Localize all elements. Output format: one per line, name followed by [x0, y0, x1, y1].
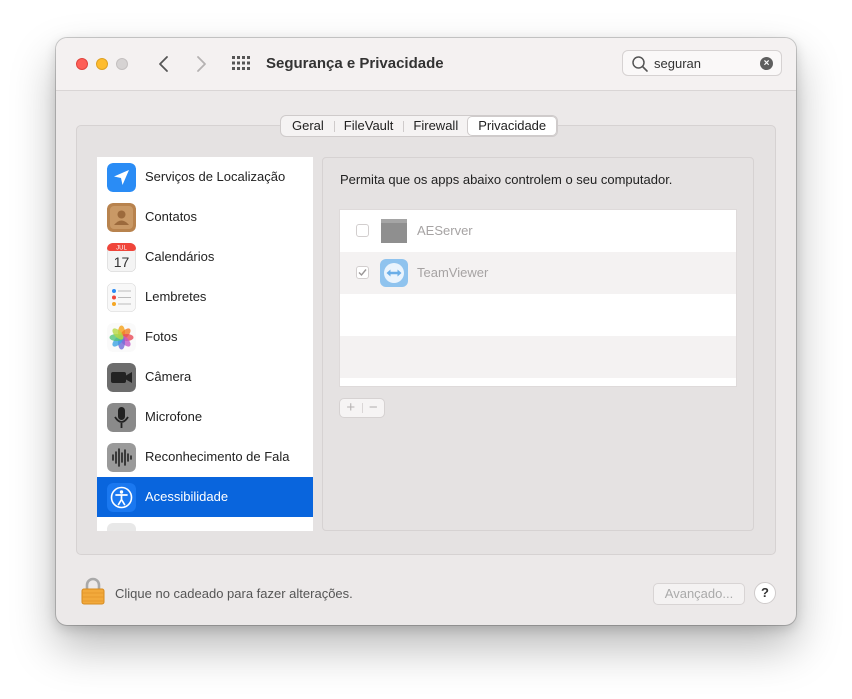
teamviewer-icon	[380, 259, 408, 287]
contacts-icon	[107, 203, 136, 232]
sidebar-item-label: Microfone	[145, 409, 203, 424]
speech-recognition-icon	[107, 443, 136, 472]
calendar-month: JUL	[116, 246, 127, 252]
empty-row	[340, 336, 736, 378]
preferences-window: Segurança e Privacidade seguran × Geral …	[56, 38, 796, 625]
accessibility-icon	[107, 483, 136, 512]
sidebar-item-localizacao[interactable]: Serviços de Localização	[97, 157, 313, 197]
sidebar-item-label: Fotos	[145, 329, 178, 344]
tab-bar: Geral FileVault Firewall Privacidade	[280, 115, 559, 137]
app-list: AEServer TeamViewer	[339, 209, 737, 387]
sidebar-item-lembretes[interactable]: Lembretes	[97, 277, 313, 317]
sidebar-item-label: Serviços de Localização	[145, 169, 286, 184]
sidebar-item-fotos[interactable]: Fotos	[97, 317, 313, 357]
sidebar-item-label: Contatos	[145, 209, 198, 224]
permissions-description: Permita que os apps abaixo controlem o s…	[340, 172, 673, 187]
help-button[interactable]: ?	[754, 582, 776, 604]
camera-icon	[107, 363, 136, 392]
empty-row	[340, 294, 736, 336]
back-button[interactable]	[153, 52, 175, 76]
list-item: AEServer	[340, 210, 736, 252]
search-icon	[632, 56, 648, 72]
checkmark-icon	[358, 269, 367, 277]
sidebar-item-label: Acessibilidade	[145, 489, 229, 504]
photos-icon	[107, 323, 136, 352]
add-remove-control: + −	[339, 398, 385, 418]
lock-button[interactable]	[80, 577, 106, 610]
chevron-right-icon	[197, 56, 206, 72]
reminders-icon	[107, 283, 136, 312]
minimize-button[interactable]	[96, 58, 108, 70]
tab-filevault[interactable]: FileVault	[333, 117, 404, 135]
advanced-button[interactable]: Avançado...	[653, 583, 745, 605]
tab-firewall[interactable]: Firewall	[403, 117, 468, 135]
forward-button[interactable]	[190, 52, 212, 76]
sidebar-item-contatos[interactable]: Contatos	[97, 197, 313, 237]
sidebar-item-label: Reconhecimento de Fala	[145, 449, 290, 464]
privacy-category-list: Serviços de Localização Contatos JUL 17 …	[97, 157, 313, 531]
sidebar-item-microfone[interactable]: Microfone	[97, 397, 313, 437]
sidebar-item-label: Lembretes	[145, 289, 207, 304]
clear-search-icon[interactable]: ×	[760, 57, 773, 70]
lock-icon	[81, 577, 105, 605]
calendar-day: 17	[114, 254, 130, 270]
show-all-grid-button[interactable]	[231, 55, 251, 71]
lock-hint-text: Clique no cadeado para fazer alterações.	[115, 586, 353, 601]
teamviewer-checkbox[interactable]	[356, 266, 369, 279]
search-input[interactable]: seguran	[654, 56, 701, 71]
aeserver-checkbox[interactable]	[356, 224, 369, 237]
sidebar-item-calendarios[interactable]: JUL 17 Calendários	[97, 237, 313, 277]
sidebar-item-camera[interactable]: Câmera	[97, 357, 313, 397]
partial-item-icon	[107, 523, 136, 531]
close-button[interactable]	[76, 58, 88, 70]
app-name: AEServer	[417, 223, 473, 238]
tab-geral[interactable]: Geral	[282, 117, 334, 135]
sidebar-item-partial[interactable]	[97, 517, 313, 531]
sidebar-item-label: Calendários	[145, 249, 215, 264]
location-icon	[107, 163, 136, 192]
title-bar: Segurança e Privacidade seguran ×	[56, 38, 796, 91]
zoom-button[interactable]	[116, 58, 128, 70]
microphone-icon	[107, 403, 136, 432]
app-name: TeamViewer	[417, 265, 489, 280]
window-title: Segurança e Privacidade	[266, 55, 444, 72]
chevron-left-icon	[159, 56, 168, 72]
accessibility-permissions-pane: Permita que os apps abaixo controlem o s…	[322, 157, 754, 531]
aeserver-icon	[380, 217, 408, 245]
remove-app-button[interactable]: −	[363, 399, 385, 417]
sidebar-item-label: Câmera	[145, 369, 192, 384]
sidebar-item-reconhecimento-fala[interactable]: Reconhecimento de Fala	[97, 437, 313, 477]
list-item: TeamViewer	[340, 252, 736, 294]
sidebar-item-acessibilidade[interactable]: Acessibilidade	[97, 477, 313, 517]
tab-privacidade[interactable]: Privacidade	[468, 117, 557, 135]
search-field[interactable]: seguran ×	[622, 50, 782, 76]
add-app-button[interactable]: +	[340, 399, 362, 417]
grid-icon	[232, 56, 250, 70]
calendar-icon: JUL 17	[107, 243, 136, 272]
